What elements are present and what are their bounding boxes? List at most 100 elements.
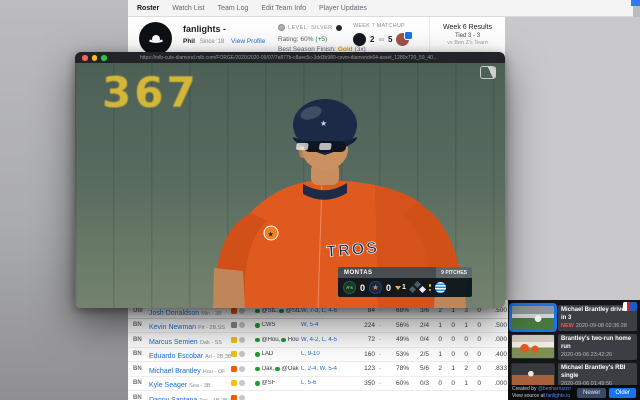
- video-sidebar: Michael Brantley drives in 3 NEW 2020-09-0…: [508, 300, 640, 400]
- position-label: BN: [133, 322, 142, 329]
- position-label: BN: [133, 394, 142, 400]
- roster-table: Util Josh Donaldson Min - 3B @StL, @StL W, 7-…: [128, 300, 508, 400]
- stat-sb: 0: [477, 379, 481, 387]
- stat-rank: 350: [364, 379, 375, 387]
- week6-result: Tied 3 - 3: [454, 33, 481, 39]
- credit-lines: Created by @benharruzzo View source at f…: [512, 386, 574, 400]
- tab-player-updates[interactable]: Player Updates: [319, 5, 367, 12]
- count-dots-icon: [428, 284, 432, 291]
- game-live-icon: [255, 323, 260, 328]
- note-icon[interactable]: [239, 394, 245, 400]
- tab-team-log[interactable]: Team Log: [218, 5, 249, 12]
- opponent-badge: [404, 31, 414, 40]
- opponent-cell: @StL, @StL: [255, 308, 301, 314]
- credit-line: Created by @benharruzzo: [512, 386, 574, 393]
- note-icon[interactable]: [239, 307, 245, 314]
- stat-h-ab: 3/6: [419, 307, 429, 315]
- athletics-logo-icon: A's: [343, 281, 356, 294]
- video-thumbnail: [511, 305, 555, 330]
- opponent-label: @StL,: [261, 307, 279, 314]
- scorebug: MONTAS 9 PITCHES A's 0 0 1: [338, 267, 472, 297]
- game-score-link[interactable]: W, 7-3, L, 4-6: [301, 308, 353, 314]
- video-list-item[interactable]: Michael Brantley drives in 3 NEW 2020-09-0…: [511, 305, 637, 331]
- stat-rank: 160: [364, 350, 375, 358]
- stat-hr: 0: [451, 350, 455, 358]
- game-live-icon: [281, 337, 286, 342]
- stat-start-pct: 78%: [395, 365, 409, 373]
- stat-start-pct: 49%: [395, 336, 409, 344]
- newer-button[interactable]: Newer: [576, 387, 607, 398]
- video-timestamp: NEW 2020-09-08 02:36:28: [561, 323, 634, 329]
- opponent-cell: @SF: [255, 380, 301, 386]
- tab-edit-team-info[interactable]: Edit Team Info: [261, 5, 306, 12]
- stat-hr: 0: [451, 336, 455, 344]
- stat-rbi: 3: [464, 307, 468, 315]
- stat-r: 0: [438, 379, 442, 387]
- stat-last: -: [378, 336, 382, 344]
- zoom-button[interactable]: [101, 55, 107, 61]
- tab-watch-list[interactable]: Watch List: [172, 5, 204, 12]
- opponent-label: @SF: [261, 380, 276, 387]
- game-live-icon: [255, 308, 260, 313]
- scorebug-pitcher-strip: MONTAS 9 PITCHES: [338, 267, 472, 278]
- note-icon[interactable]: [239, 351, 245, 358]
- note-icon[interactable]: [239, 336, 245, 343]
- game-score-link[interactable]: L, 5-6: [301, 380, 353, 386]
- player-status-cell: [231, 380, 255, 387]
- table-row: BN Danny SantanaTex - 1B,2B,3B,SS,OF: [128, 391, 508, 400]
- opponent-label: CWS: [261, 322, 276, 329]
- older-button[interactable]: Older: [609, 387, 636, 398]
- stat-sb: 0: [477, 307, 481, 315]
- week7-matchup[interactable]: WEEK 7 MATCHUP 2 vs 5: [353, 23, 429, 46]
- game-score-link[interactable]: W, 4-2, L, 4-5: [301, 337, 353, 343]
- note-icon[interactable]: [239, 380, 245, 387]
- scrollbar-thumb[interactable]: [631, 0, 640, 6]
- status-icon: [231, 394, 237, 400]
- inning-number: 1: [402, 284, 406, 291]
- pitch-count: 9 PITCHES: [436, 267, 472, 278]
- player-status-cell: [231, 336, 255, 343]
- video-list-item[interactable]: Brantley's two-run home run 2020-09-06 23…: [511, 334, 637, 360]
- opponent-label: @StL: [285, 307, 301, 314]
- position-label: BN: [133, 365, 142, 372]
- source-prefix: View source at: [512, 392, 545, 399]
- mlb-watermark-icon: [480, 66, 496, 79]
- creator-handle-link[interactable]: @benharruzzo: [538, 386, 571, 392]
- close-button[interactable]: [82, 55, 88, 61]
- tab-roster[interactable]: Roster: [137, 5, 159, 12]
- stat-rbi: 0: [464, 336, 468, 344]
- window-titlebar[interactable]: https://mlb-cuts-diamond.mlb.com/FORGE/2…: [75, 52, 505, 63]
- game-live-icon: [255, 337, 260, 342]
- info-icon[interactable]: [335, 24, 342, 31]
- game-score-link[interactable]: L, 2-4, W, 5-4: [301, 366, 353, 372]
- video-text: Brantley's two-run home run 2020-09-06 23…: [558, 334, 637, 360]
- minimize-button[interactable]: [91, 55, 97, 61]
- helmet-star-icon: ★: [320, 119, 327, 128]
- game-score-link[interactable]: L, 9-10: [301, 351, 353, 357]
- video-canvas[interactable]: 367 ★ ★ TROS MONTAS 9 PITCHES A's 0 ★ 0 …: [75, 63, 505, 308]
- video-list: Michael Brantley drives in 3 NEW 2020-09-0…: [511, 305, 637, 389]
- player-cell: Danny SantanaTex - 1B,2B,3B,SS,OF: [149, 389, 231, 400]
- page-gutter: [505, 17, 640, 300]
- fedora-icon: [148, 34, 163, 43]
- status-icon: [231, 336, 237, 343]
- stat-start-pct: 60%: [395, 379, 409, 387]
- avatar: [353, 33, 366, 46]
- note-icon[interactable]: [239, 322, 245, 329]
- video-timestamp: 2020-09-06 23:42:26: [561, 352, 634, 358]
- timestamp-label: 2020-09-06 23:42:26: [561, 352, 613, 358]
- level-label: LEVEL: SILVER: [288, 24, 333, 31]
- position-label: BN: [133, 380, 142, 387]
- opponent-cell: LAD: [255, 351, 301, 357]
- view-profile-link[interactable]: View Profile: [231, 38, 265, 45]
- game-score-link[interactable]: W, 5-4: [301, 322, 353, 328]
- week7-score-row: 2 vs 5: [353, 31, 429, 46]
- stat-rank: 123: [364, 365, 375, 373]
- stat-avg: .500: [494, 307, 507, 315]
- note-icon[interactable]: [239, 365, 245, 372]
- game-live-icon: [255, 381, 260, 386]
- window-controls: [82, 55, 107, 61]
- source-link[interactable]: fanlights.io: [546, 393, 570, 399]
- rating-delta: (+5): [315, 36, 328, 43]
- owner-name: Phil: [183, 38, 195, 45]
